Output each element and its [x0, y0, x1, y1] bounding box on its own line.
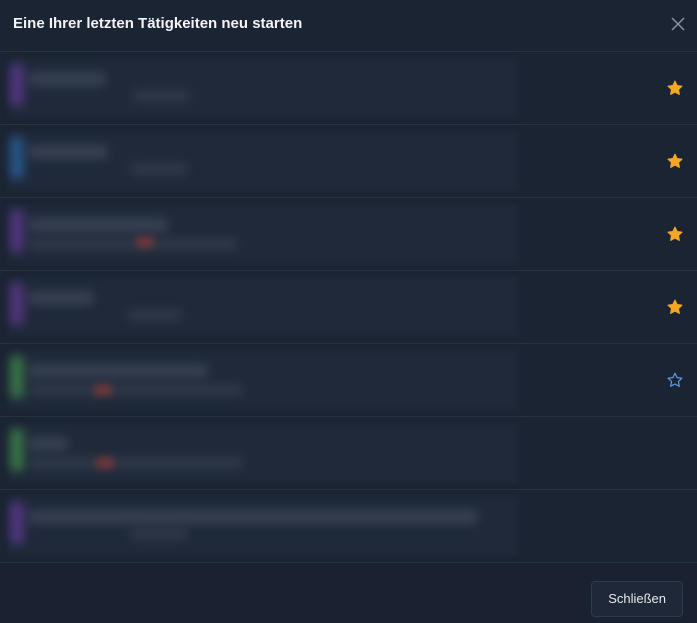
close-icon[interactable]	[668, 14, 688, 34]
redacted-meta	[128, 309, 182, 321]
dialog-header: Eine Ihrer letzten Tätigkeiten neu start…	[0, 0, 697, 52]
favorite-star-icon[interactable]	[667, 372, 683, 388]
dialog-title: Eine Ihrer letzten Tätigkeiten neu start…	[13, 15, 303, 32]
favorite-star-icon[interactable]	[667, 226, 683, 242]
activity-row[interactable]	[0, 417, 697, 490]
activity-row[interactable]	[0, 125, 697, 198]
redacted-title	[28, 437, 68, 451]
activity-thumbnail	[10, 64, 24, 106]
redacted-subtitle	[28, 457, 243, 469]
redacted-activity-content	[8, 496, 518, 556]
redacted-meta	[130, 163, 188, 175]
activity-thumbnail	[10, 429, 24, 471]
redacted-activity-content	[8, 58, 518, 118]
activity-row[interactable]	[0, 52, 697, 125]
redacted-accent	[94, 384, 112, 396]
favorite-star-icon[interactable]	[667, 80, 683, 96]
activity-row[interactable]	[0, 490, 697, 563]
activity-thumbnail	[10, 210, 24, 252]
dialog-footer: Schließen	[0, 563, 697, 623]
redacted-accent	[136, 236, 154, 248]
activity-row[interactable]	[0, 271, 697, 344]
redacted-title	[28, 218, 168, 232]
redacted-title	[28, 291, 94, 305]
recent-activities-dialog: Eine Ihrer letzten Tätigkeiten neu start…	[0, 0, 697, 623]
redacted-title	[28, 72, 106, 86]
redacted-meta	[130, 528, 188, 540]
redacted-activity-content	[8, 204, 518, 264]
redacted-title	[28, 364, 208, 378]
redacted-title	[28, 145, 108, 159]
activity-row[interactable]	[0, 198, 697, 271]
favorite-star-icon[interactable]	[667, 299, 683, 315]
redacted-meta	[132, 90, 190, 102]
redacted-subtitle	[28, 384, 243, 396]
close-button[interactable]: Schließen	[591, 581, 683, 617]
favorite-star-icon[interactable]	[667, 153, 683, 169]
redacted-title	[28, 510, 478, 524]
redacted-accent	[96, 457, 114, 469]
redacted-activity-content	[8, 277, 518, 337]
activity-thumbnail	[10, 283, 24, 325]
activity-list	[0, 52, 697, 563]
activity-thumbnail	[10, 502, 24, 544]
redacted-activity-content	[8, 350, 518, 410]
redacted-activity-content	[8, 423, 518, 483]
activity-row[interactable]	[0, 344, 697, 417]
redacted-activity-content	[8, 131, 518, 191]
redacted-subtitle	[28, 238, 238, 250]
activity-thumbnail	[10, 356, 24, 398]
activity-thumbnail	[10, 137, 24, 179]
